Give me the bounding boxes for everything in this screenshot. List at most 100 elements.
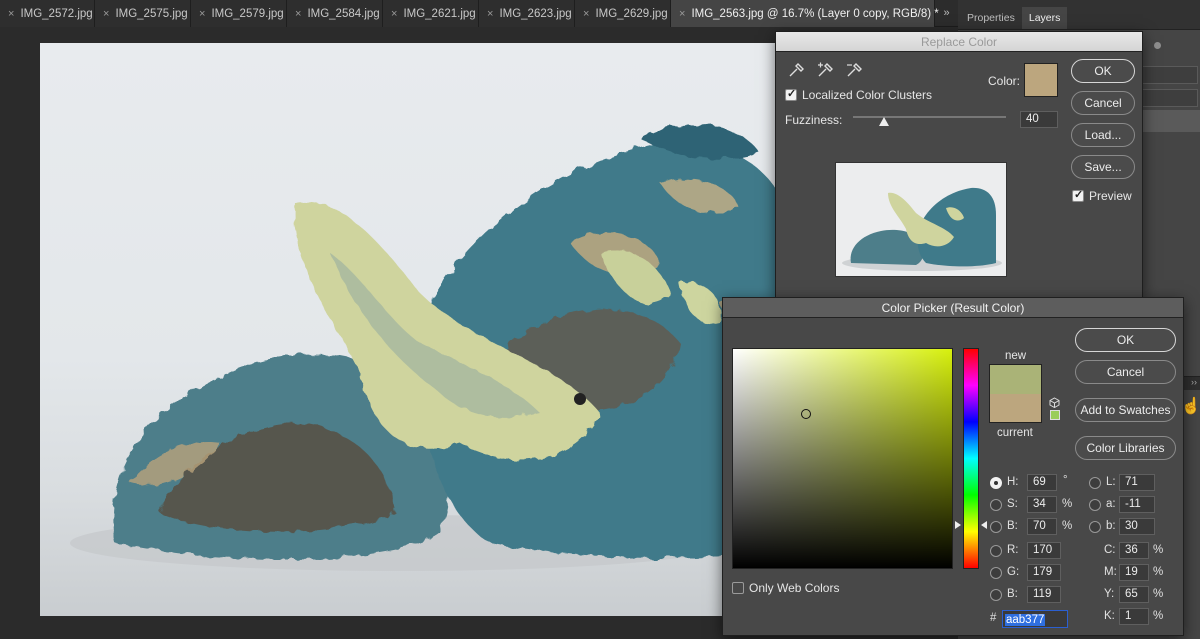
ok-button[interactable]: OK: [1075, 328, 1176, 352]
color-picker-cursor[interactable]: [801, 409, 811, 419]
close-icon[interactable]: ×: [103, 8, 109, 20]
add-to-swatches-button[interactable]: Add to Swatches: [1075, 398, 1176, 422]
document-tab[interactable]: × IMG_2584.jpg: [287, 0, 383, 27]
document-tab[interactable]: × IMG_2572.jpg: [0, 0, 95, 27]
lab-a-radio[interactable]: [1089, 499, 1101, 511]
save-button[interactable]: Save...: [1071, 155, 1135, 179]
tab-label: IMG_2572.jpg: [20, 7, 93, 20]
tab-label: IMG_2575.jpg: [115, 7, 188, 20]
close-icon[interactable]: ×: [583, 8, 589, 20]
cyan-field[interactable]: 36: [1119, 542, 1149, 559]
close-icon[interactable]: ×: [679, 8, 685, 20]
hue-unit: °: [1063, 474, 1068, 486]
load-button[interactable]: Load...: [1071, 123, 1135, 147]
lab-l-radio[interactable]: [1089, 477, 1101, 489]
magenta-field[interactable]: 19: [1119, 564, 1149, 581]
black-field[interactable]: 1: [1119, 608, 1149, 625]
saturation-radio[interactable]: [990, 499, 1002, 511]
web-safe-swatch[interactable]: [1050, 410, 1060, 420]
current-label: current: [997, 427, 1033, 439]
tab-label: IMG_2584.jpg: [307, 7, 380, 20]
color-swatch[interactable]: [1024, 63, 1058, 97]
hue-slider-arrow-right[interactable]: [981, 521, 987, 529]
document-tab[interactable]: × IMG_2575.jpg: [95, 0, 191, 27]
chevron-icon[interactable]: ››: [1191, 377, 1197, 387]
hue-slider-arrow-left[interactable]: [955, 521, 961, 529]
lab-b-field[interactable]: 30: [1119, 518, 1155, 535]
document-tab[interactable]: × IMG_2629.jpg: [575, 0, 671, 27]
hex-field[interactable]: aab377: [1002, 610, 1068, 628]
tab-overflow-icon[interactable]: »: [935, 0, 958, 27]
yellow-field[interactable]: 65: [1119, 586, 1149, 603]
eyedropper-icon[interactable]: [787, 62, 805, 78]
fuzziness-field[interactable]: 40: [1020, 111, 1058, 128]
eyedropper-plus-icon[interactable]: [816, 62, 834, 78]
fuzziness-slider-thumb[interactable]: [878, 117, 889, 126]
black-label: K:: [1104, 610, 1115, 622]
green-label: G:: [1007, 566, 1020, 578]
blue-field[interactable]: 119: [1027, 586, 1061, 603]
hue-radio[interactable]: [990, 477, 1002, 489]
tab-label: IMG_2621.jpg: [403, 7, 476, 20]
tab-layers[interactable]: Layers: [1021, 7, 1068, 29]
saturation-field[interactable]: 34: [1027, 496, 1057, 513]
document-tab[interactable]: × IMG_2623.jpg: [479, 0, 575, 27]
cancel-button[interactable]: Cancel: [1071, 91, 1135, 115]
eyedropper-minus-icon[interactable]: [845, 62, 863, 78]
document-tab[interactable]: × IMG_2579.jpg: [191, 0, 287, 27]
green-field[interactable]: 179: [1027, 564, 1061, 581]
yellow-label: Y:: [1104, 588, 1115, 600]
close-icon[interactable]: ×: [295, 8, 301, 20]
out-of-gamut-cube-icon[interactable]: [1049, 397, 1060, 408]
new-color-swatch: [989, 364, 1042, 394]
localized-clusters-label: Localized Color Clusters: [802, 88, 933, 102]
close-icon[interactable]: ×: [391, 8, 397, 20]
layer-control[interactable]: [1138, 66, 1198, 84]
magenta-label: M:: [1104, 566, 1117, 578]
green-radio[interactable]: [990, 567, 1002, 579]
lab-l-label: L:: [1106, 476, 1116, 488]
saturation-brightness-field[interactable]: [732, 348, 953, 569]
brightness-label: B:: [1007, 520, 1018, 532]
new-label: new: [1005, 350, 1027, 362]
hue-field[interactable]: 69: [1027, 474, 1057, 491]
tab-properties[interactable]: Properties: [960, 7, 1022, 29]
red-field[interactable]: 170: [1027, 542, 1061, 559]
preview-checkbox[interactable]: [1072, 188, 1084, 202]
hue-slider[interactable]: [963, 348, 979, 569]
brightness-radio[interactable]: [990, 521, 1002, 533]
color-libraries-button[interactable]: Color Libraries: [1075, 436, 1176, 460]
dialog-title: Replace Color: [776, 32, 1142, 52]
document-tab-active[interactable]: × IMG_2563.jpg @ 16.7% (Layer 0 copy, RGB…: [671, 0, 939, 27]
tab-label: IMG_2563.jpg @ 16.7% (Layer 0 copy, RGB/…: [691, 7, 939, 20]
layer-control[interactable]: [1138, 89, 1198, 107]
lab-l-field[interactable]: 71: [1119, 474, 1155, 491]
selection-preview-thumbnail[interactable]: [835, 162, 1007, 277]
fuzziness-slider[interactable]: [853, 116, 1006, 118]
ok-button[interactable]: OK: [1071, 59, 1135, 83]
lab-b-radio[interactable]: [1089, 521, 1101, 533]
blue-radio[interactable]: [990, 589, 1002, 601]
brightness-field[interactable]: 70: [1027, 518, 1057, 535]
preview-image: [842, 187, 1002, 271]
red-radio[interactable]: [990, 545, 1002, 557]
close-icon[interactable]: ×: [199, 8, 205, 20]
cancel-button[interactable]: Cancel: [1075, 360, 1176, 384]
hex-value: aab377: [1005, 614, 1046, 626]
document-image: [40, 43, 780, 616]
color-picker-dialog: Color Picker (Result Color) new current …: [722, 297, 1184, 636]
magenta-unit: %: [1153, 566, 1164, 578]
tab-label: IMG_2629.jpg: [595, 7, 668, 20]
tab-label: IMG_2579.jpg: [211, 7, 284, 20]
lab-a-field[interactable]: -11: [1119, 496, 1155, 513]
only-web-colors-label: Only Web Colors: [749, 581, 840, 595]
close-icon[interactable]: ×: [8, 8, 14, 20]
red-label: R:: [1007, 544, 1019, 556]
only-web-colors-checkbox[interactable]: [732, 582, 744, 594]
localized-clusters-checkbox[interactable]: [785, 87, 797, 101]
hue-label: H:: [1007, 476, 1019, 488]
current-color-swatch[interactable]: [989, 394, 1042, 423]
close-icon[interactable]: ×: [487, 8, 493, 20]
document-tab[interactable]: × IMG_2621.jpg: [383, 0, 479, 27]
layer-row-selected[interactable]: [1138, 110, 1200, 132]
